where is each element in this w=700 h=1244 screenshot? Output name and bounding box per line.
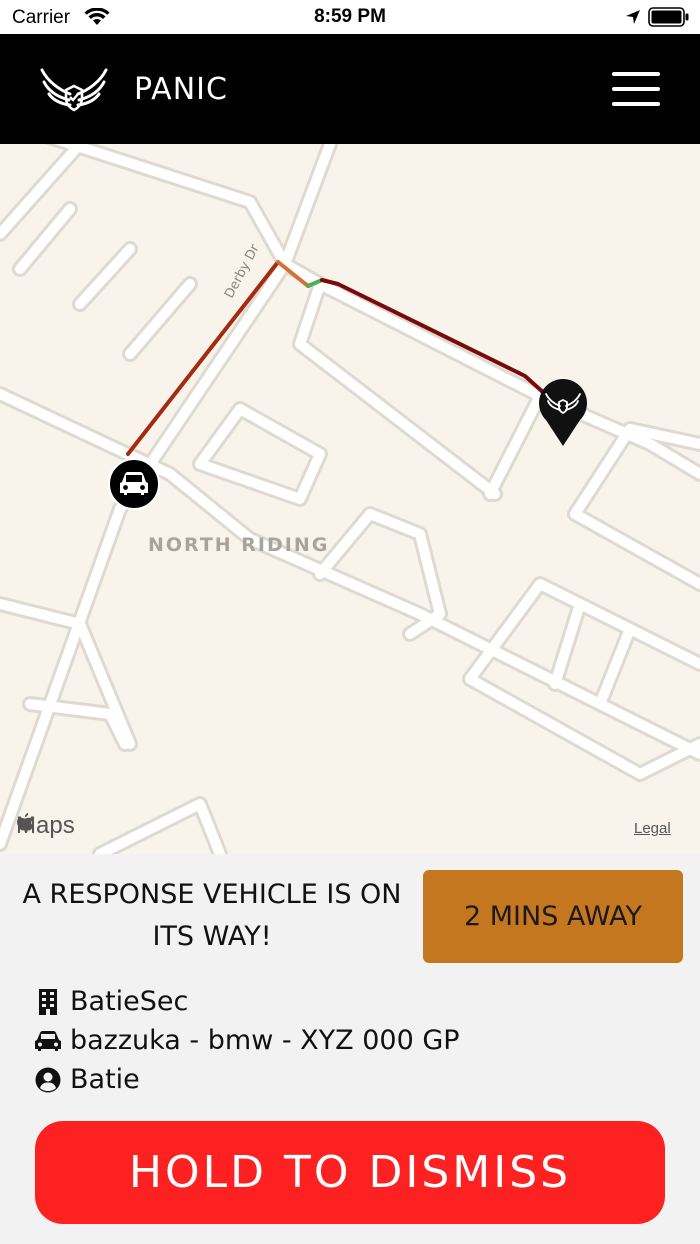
driver-row: Batie [34,1060,460,1099]
status-bar: Carrier 8:59 PM [0,0,700,34]
vehicle-details: bazzuka - bmw - XYZ 000 GP [70,1025,460,1056]
battery-icon [648,7,689,27]
app-header: PANIC [0,34,700,144]
destination-pin[interactable] [534,376,592,448]
menu-icon-bar [612,102,660,106]
responder-info: BatieSec bazzuka - bmw - XYZ 000 GP Bati… [34,982,460,1099]
eta-label: 2 MINS AWAY [463,901,643,932]
eta-badge: 2 MINS AWAY [423,870,683,963]
map-roads [0,144,700,854]
response-panel: A RESPONSE VEHICLE IS ON ITS WAY! 2 MINS… [0,854,700,1244]
location-arrow-icon [626,10,640,24]
winged-shield-logo [40,68,108,112]
maps-attribution: Maps [16,812,75,840]
company-row: BatieSec [34,982,460,1021]
map-view[interactable]: Derby Dr NORTH RIDING Maps Legal [0,144,700,854]
area-label: NORTH RIDING [148,534,330,556]
company-name: BatieSec [70,986,189,1017]
page-title: PANIC [134,72,228,107]
driver-name: Batie [70,1064,140,1095]
apple-logo-icon [17,813,34,831]
legal-link[interactable]: Legal [634,820,671,837]
menu-icon-bar [612,87,660,91]
vehicle-row: bazzuka - bmw - XYZ 000 GP [34,1021,460,1060]
response-message: A RESPONSE VEHICLE IS ON ITS WAY! [22,879,402,952]
user-circle-icon [34,1066,62,1094]
hamburger-menu-button[interactable] [610,70,664,110]
building-icon [34,988,62,1016]
clock: 8:59 PM [314,6,386,27]
hold-to-dismiss-button[interactable]: HOLD TO DISMISS [35,1121,665,1224]
dismiss-label: HOLD TO DISMISS [128,1147,572,1198]
vehicle-marker[interactable] [107,457,161,511]
car-icon [34,1027,62,1055]
hamburger-menu-icon [612,72,660,76]
